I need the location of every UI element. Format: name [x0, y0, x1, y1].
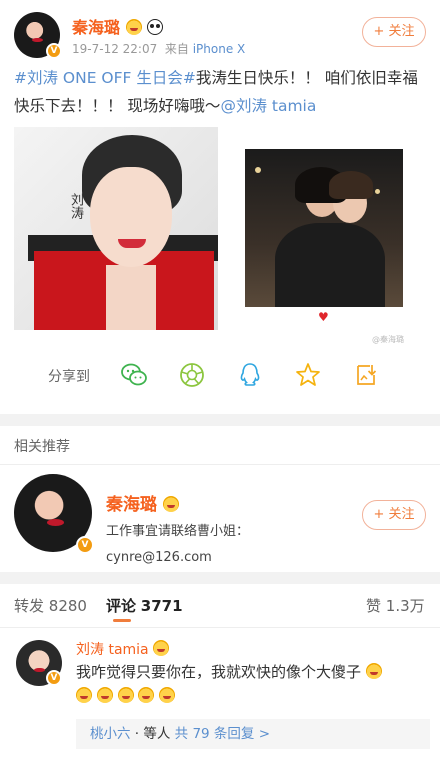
- vip-emoji-icon: [153, 640, 170, 656]
- vip-emoji-icon: [162, 496, 179, 512]
- reply-mid: 等人: [143, 726, 171, 742]
- panda-icon: [147, 19, 164, 35]
- laughing-emoji-icon: [96, 687, 113, 703]
- tab-like-label: 赞: [366, 597, 382, 615]
- image-shape: [90, 167, 172, 267]
- related-description: 工作事宜请联络曹小姐： cynre@126.com: [106, 519, 249, 571]
- tab-comment-count: 3771: [140, 597, 183, 615]
- wechat-icon[interactable]: [120, 361, 148, 389]
- tab-comment[interactable]: 评论 3771: [106, 595, 183, 616]
- tab-repost-count: 8280: [48, 597, 87, 615]
- divider: [0, 627, 440, 628]
- laughing-emoji-icon: [365, 663, 382, 679]
- follow-button[interactable]: + 关注: [362, 17, 426, 47]
- image-shape: [329, 171, 373, 199]
- tab-repost-label: 转发: [14, 597, 45, 615]
- moments-icon[interactable]: [178, 361, 206, 389]
- tab-comment-label: 评论: [106, 597, 137, 615]
- related-desc-email: cynre@126.com: [106, 550, 212, 565]
- related-follow-button[interactable]: + 关注: [362, 500, 426, 530]
- heart-icon: ♥: [318, 310, 329, 324]
- reply-count-link[interactable]: 共 79 条回复 >: [175, 726, 270, 742]
- author-name-text: 秦海璐: [72, 18, 121, 37]
- tongue-emoji-icon: [159, 687, 176, 703]
- post-source: iPhone X: [192, 42, 246, 56]
- tab-like[interactable]: 赞 1.3万: [366, 595, 425, 616]
- post-date: 19-7-12 22:07: [72, 42, 158, 56]
- tongue-emoji-icon: [117, 687, 134, 703]
- reply-preview[interactable]: 桃小六 · 等人 共 79 条回复 >: [76, 719, 430, 749]
- image-shape: [255, 167, 261, 173]
- tab-repost[interactable]: 转发 8280: [14, 595, 87, 616]
- related-name[interactable]: 秦海璐: [106, 490, 179, 515]
- tab-like-count: 1.3万: [385, 597, 425, 615]
- qq-icon[interactable]: [236, 361, 264, 389]
- post-meta: 19-7-12 22:07 来自 iPhone X: [72, 40, 245, 57]
- image-shape: [375, 189, 380, 194]
- tongue-emoji-icon: [138, 687, 155, 703]
- related-desc-line: 工作事宜请联络曹小姐：: [106, 524, 250, 539]
- qzone-icon[interactable]: [294, 361, 322, 389]
- reply-user[interactable]: 桃小六: [90, 726, 131, 742]
- post-content: #刘涛 ONE OFF 生日会#我涛生日快乐！！ 咱们依旧幸福快乐下去！！！ 现…: [14, 64, 430, 120]
- image-caption: 刘涛: [68, 193, 83, 219]
- post-image-1[interactable]: 刘涛: [14, 127, 218, 330]
- verified-badge-icon: V: [46, 43, 62, 59]
- related-section-title: 相关推荐: [14, 439, 70, 455]
- comment-text: 我咋觉得只要你在，我就欢快的像个大傻子: [76, 660, 382, 708]
- author-name[interactable]: 秦海璐: [72, 14, 164, 38]
- section-divider: [0, 414, 440, 426]
- divider: [0, 464, 440, 465]
- vip-emoji-icon: [125, 19, 142, 35]
- related-name-text: 秦海璐: [106, 495, 157, 515]
- post-image-2[interactable]: [245, 149, 403, 307]
- image-shape: [106, 265, 156, 330]
- image-shape: [275, 223, 385, 307]
- verified-badge-icon: V: [46, 670, 62, 686]
- comment-line: 我咋觉得只要你在，我就欢快的像个大傻子: [76, 663, 362, 681]
- topic-link[interactable]: #刘涛 ONE OFF 生日会#: [14, 69, 196, 87]
- commenter-name[interactable]: 刘涛 tamia: [76, 639, 170, 659]
- section-divider: [0, 572, 440, 584]
- commenter-name-text: 刘涛 tamia: [76, 642, 149, 658]
- mention-link[interactable]: @刘涛 tamia: [220, 97, 316, 115]
- laughing-emoji-icon: [76, 687, 92, 703]
- active-tab-indicator: [113, 619, 131, 622]
- save-icon[interactable]: [352, 361, 380, 389]
- source-prefix: 来自: [164, 42, 189, 56]
- verified-badge-icon: V: [76, 536, 94, 554]
- image-watermark: @秦海璐: [372, 335, 404, 344]
- share-label: 分享到: [48, 369, 90, 385]
